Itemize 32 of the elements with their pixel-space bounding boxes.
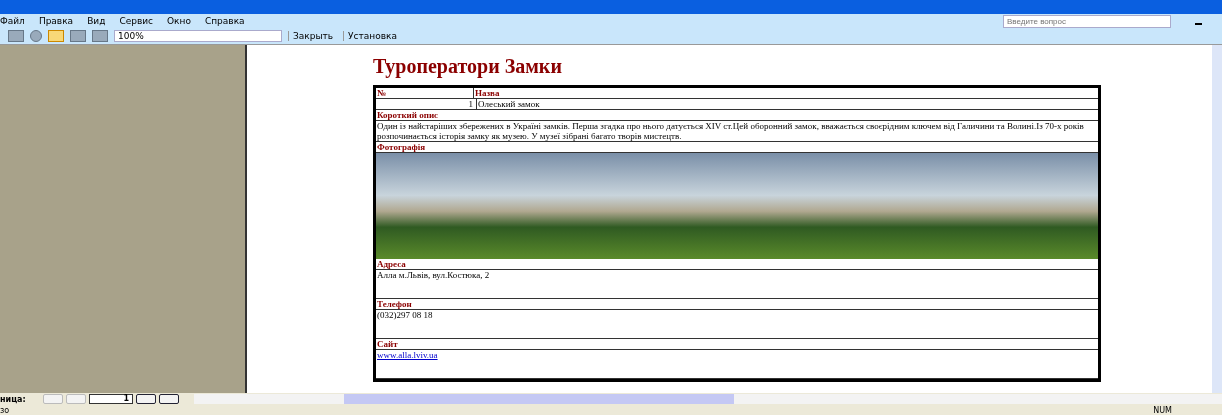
field-label: № (376, 88, 474, 98)
field-label: Фотографія (376, 142, 427, 152)
website-link[interactable]: www.alla.lviv.ua (376, 350, 438, 360)
page-label: ница: (0, 394, 27, 404)
num-lock-indicator: NUM (1153, 405, 1172, 415)
field-value: Алла м.Львів, вул.Костюка, 2 (376, 270, 491, 280)
field-label: Сайт (376, 339, 399, 349)
one-page-icon[interactable] (48, 30, 64, 42)
zoom-dropdown[interactable]: 100% (114, 30, 282, 42)
field-value: Один із найстаріших збережених в Україні замків. Перша згадка про нього датується XIV ст.Цей оборонний замок, вважається своєрідним ключем від Галичини та Волині.Із 70-х років розпочинається історія замку як музею. У музеї зібрані багато творів мистецтв. (376, 121, 1085, 141)
field-label: Короткий опис (376, 110, 440, 120)
field-value: (032)297 08 18 (376, 310, 434, 320)
menu-item[interactable]: Окно (167, 16, 191, 26)
field-value: 1 (376, 99, 477, 109)
vertical-scrollbar[interactable] (1212, 45, 1222, 393)
page-number-field[interactable]: 1 (89, 394, 133, 404)
field-value: Олеський замок (477, 99, 540, 109)
menu-item[interactable]: Сервис (119, 16, 154, 26)
toolbar-button[interactable]: Закрыть (288, 31, 338, 41)
field-label: Адреса (376, 259, 407, 269)
horizontal-scrollbar[interactable] (194, 394, 1222, 404)
minimize-icon[interactable] (1195, 23, 1202, 25)
menu-item[interactable]: Правка (38, 16, 74, 26)
field-label: Телефон (376, 299, 413, 309)
menu-item[interactable]: Справка (204, 16, 245, 26)
menu-item[interactable]: Вид (87, 16, 106, 26)
report-title: Туроператори Замки (373, 55, 563, 80)
status-text: зо (0, 405, 10, 415)
help-search-field[interactable]: Введите вопрос (1003, 14, 1171, 28)
toolbar-button[interactable]: Установка (343, 31, 401, 41)
menu-item[interactable]: Файл (0, 16, 25, 26)
field-label: Назва (474, 88, 500, 98)
